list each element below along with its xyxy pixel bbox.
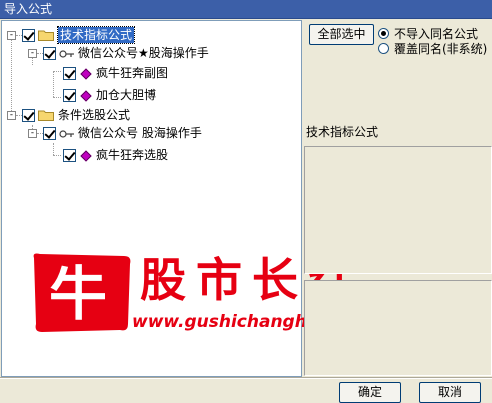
watermark-logo-char: 牛 bbox=[49, 260, 107, 328]
tree-node-author[interactable]: - 微信公众号★股海操作手 bbox=[2, 45, 302, 63]
tree-node-label: 微信公众号 股海操作手 bbox=[78, 126, 202, 140]
ok-button[interactable]: 确定 bbox=[339, 382, 401, 403]
tree-node-label: 加仓大胆博 bbox=[96, 88, 157, 102]
checkbox[interactable] bbox=[63, 89, 76, 102]
title-bar: 导入公式 bbox=[0, 0, 492, 19]
option-label: 不导入同名公式 bbox=[394, 27, 479, 41]
info-title: 技术指标公式 bbox=[306, 125, 379, 139]
formula-icon bbox=[80, 90, 92, 102]
folder-icon bbox=[38, 110, 54, 121]
tree-node-label: 条件选股公式 bbox=[58, 108, 131, 122]
option-skip-duplicates[interactable]: 不导入同名公式 bbox=[378, 26, 490, 42]
tree-leaf-formula[interactable]: 疯牛狂奔选股 bbox=[2, 147, 302, 165]
collapse-toggle[interactable]: - bbox=[28, 49, 37, 58]
preview-panel[interactable] bbox=[304, 280, 492, 376]
footer-divider bbox=[0, 377, 492, 379]
tree-leaf-formula[interactable]: 加仓大胆博 bbox=[2, 87, 302, 105]
option-label: 覆盖同名(非系统) bbox=[394, 42, 488, 56]
tree-node-label: 技术指标公式 bbox=[56, 26, 136, 44]
cancel-button[interactable]: 取消 bbox=[419, 382, 481, 403]
select-all-button[interactable]: 全部选中 bbox=[309, 24, 374, 45]
radio-button[interactable] bbox=[378, 43, 389, 54]
option-overwrite-duplicates[interactable]: 覆盖同名(非系统) bbox=[378, 41, 490, 57]
folder-icon bbox=[38, 30, 54, 41]
tree-node-label: 疯牛狂奔选股 bbox=[96, 148, 169, 162]
tree-leaf-formula[interactable]: 疯牛狂奔副图 bbox=[2, 65, 302, 83]
tree-node-technical-indicators[interactable]: - 技术指标公式 bbox=[2, 26, 302, 45]
checkbox[interactable] bbox=[22, 29, 35, 42]
tree-node-author[interactable]: - 微信公众号 股海操作手 bbox=[2, 125, 302, 143]
tree-node-condition-selection[interactable]: - 条件选股公式 bbox=[2, 107, 302, 125]
radio-button[interactable] bbox=[378, 28, 389, 39]
collapse-toggle[interactable]: - bbox=[7, 111, 16, 120]
checkbox[interactable] bbox=[43, 47, 56, 60]
checkbox[interactable] bbox=[63, 149, 76, 162]
checkbox[interactable] bbox=[43, 127, 56, 140]
description-panel[interactable] bbox=[304, 146, 492, 274]
collapse-toggle[interactable]: - bbox=[7, 31, 16, 40]
checkbox[interactable] bbox=[63, 67, 76, 80]
checkbox[interactable] bbox=[22, 109, 35, 122]
tree-node-label: 微信公众号★股海操作手 bbox=[78, 46, 209, 60]
key-icon bbox=[59, 50, 74, 58]
window-title: 导入公式 bbox=[4, 2, 53, 16]
formula-icon bbox=[80, 150, 92, 162]
watermark-logo: 牛 bbox=[33, 253, 131, 332]
formula-icon bbox=[80, 68, 92, 80]
tree-node-label: 疯牛狂奔副图 bbox=[96, 66, 169, 80]
collapse-toggle[interactable]: - bbox=[28, 129, 37, 138]
key-icon bbox=[59, 130, 74, 138]
